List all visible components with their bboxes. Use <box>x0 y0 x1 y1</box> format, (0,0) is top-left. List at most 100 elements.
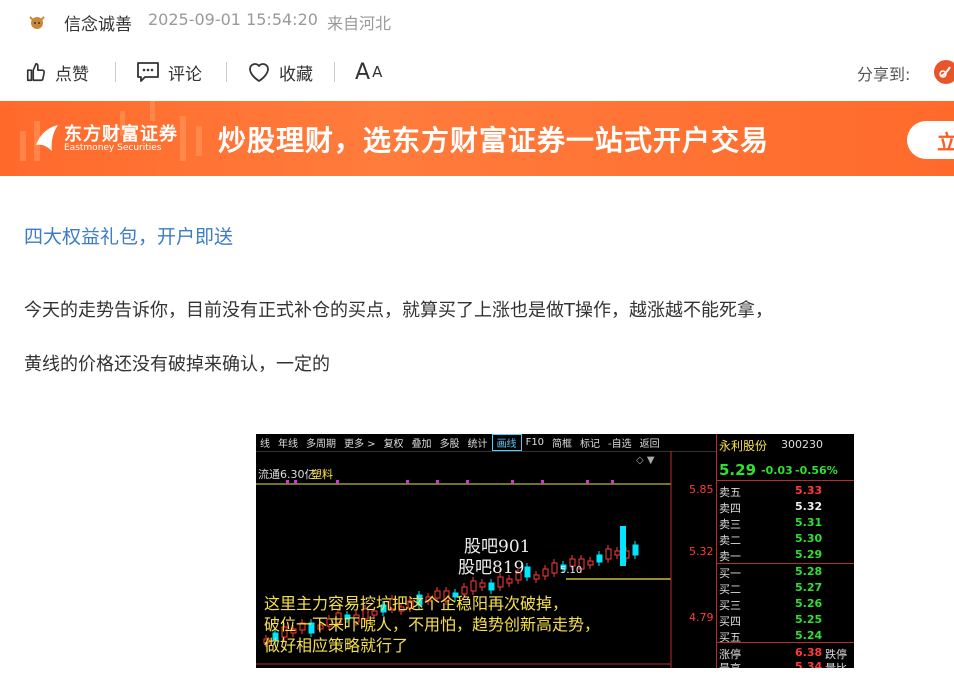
divider <box>115 62 116 82</box>
candle-body <box>542 568 549 577</box>
order-book-label: 买四 <box>719 615 741 628</box>
font-size-button[interactable]: A A <box>355 60 383 85</box>
chart-tool-5[interactable]: 叠加 <box>408 435 436 450</box>
chart-tool-0[interactable]: 线 <box>256 435 274 450</box>
author-name[interactable]: 信念诚善 <box>64 10 132 35</box>
like-button[interactable]: 点赞 <box>25 60 89 85</box>
promo-link[interactable]: 四大权益礼包，开户即送 <box>24 222 233 249</box>
candle-body <box>533 574 540 580</box>
chart-tool-12[interactable]: -自选 <box>604 435 636 450</box>
divider <box>226 62 227 82</box>
heart-icon <box>249 63 269 82</box>
price-axis-tick: 5.32 <box>689 545 714 558</box>
collect-label: 收藏 <box>279 64 313 85</box>
vol-ratio-label: 量比 <box>825 660 847 668</box>
comment-button[interactable]: 评论 <box>136 60 202 85</box>
post-paragraph: 今天的走势告诉你，目前没有正式补仓的买点，就算买了上涨也是做T操作，越涨越不能死… <box>24 300 773 321</box>
author-avatar[interactable] <box>27 12 47 32</box>
order-book-price: 5.26 <box>795 597 823 610</box>
candle-body <box>632 544 639 556</box>
candle-body <box>479 582 486 588</box>
ad-banner[interactable]: 东方财富证券 Eastmoney Securities 炒股理财，选东方财富证券… <box>0 101 954 176</box>
open-account-button[interactable]: 立 <box>907 121 954 159</box>
candle-body <box>506 578 513 584</box>
event-marker <box>286 480 289 484</box>
candle-body <box>620 526 626 566</box>
divider <box>334 62 335 82</box>
order-book-price: 5.30 <box>795 532 823 545</box>
order-book-label: 卖一 <box>719 550 741 563</box>
chart-tool-2[interactable]: 多周期 <box>302 435 340 450</box>
chart-tool-13[interactable]: 返回 <box>636 435 664 450</box>
event-marker <box>436 480 439 484</box>
chart-tool-1[interactable]: 年线 <box>274 435 302 450</box>
comment-icon <box>137 62 159 82</box>
share-label: 分享到: <box>857 65 911 84</box>
marked-price: 5.10 <box>560 565 583 576</box>
chart-tool-7[interactable]: 统计 <box>464 435 492 450</box>
chart-tool-3[interactable]: 更多 > <box>340 435 380 450</box>
chart-settings-icon: ◇ ▼ <box>636 455 655 466</box>
price-axis-tick: 5.85 <box>689 483 714 496</box>
price-change: -0.03 <box>761 464 793 477</box>
post-time: 2025-09-01 15:54:20 <box>148 10 318 29</box>
event-marker <box>611 480 614 484</box>
candle-body <box>614 550 621 556</box>
limit-up-value: 6.38 <box>795 646 823 659</box>
event-marker <box>294 480 297 484</box>
order-book-price: 5.24 <box>795 629 823 642</box>
high-value: 5.34 <box>795 660 823 668</box>
chart-tool-10[interactable]: 简框 <box>548 435 576 450</box>
candle-body <box>596 554 603 563</box>
order-book-label: 卖二 <box>719 534 741 547</box>
price-change-pct: -0.56% <box>795 464 838 477</box>
candle-body <box>605 548 612 560</box>
watermark-text: 股吧819 <box>458 558 525 578</box>
candle-body <box>488 582 495 591</box>
collect-button[interactable]: 收藏 <box>247 60 313 85</box>
stock-chart-image[interactable]: 线年线 多周期 更多 > 复权 叠加 多股 统计 画线 F10 简框 标记 -自选 返回 流通6.30亿… <box>256 434 854 668</box>
order-book-label: 卖五 <box>719 486 741 499</box>
font-size-small-icon: A <box>372 63 383 81</box>
stock-name: 永利股份 <box>719 439 768 453</box>
quote-panel: 永利股份 300230 5.29 -0.03 -0.56% 卖五 5.33 卖四 5.… <box>716 434 854 668</box>
order-book-price: 5.25 <box>795 613 823 626</box>
order-book-price: 5.29 <box>795 548 823 561</box>
candle-body <box>497 576 504 588</box>
event-marker <box>511 480 514 484</box>
event-marker <box>336 480 339 484</box>
event-marker <box>406 480 409 484</box>
banner-logo-english: Eastmoney Securities <box>64 143 162 153</box>
order-book-label: 买三 <box>719 599 741 612</box>
high-label: 最高 <box>719 660 741 668</box>
share-glyph-icon <box>939 66 951 78</box>
event-marker <box>466 480 469 484</box>
order-book-label: 卖三 <box>719 518 741 531</box>
chart-tool-8[interactable]: 画线 <box>491 434 522 451</box>
order-book-price: 5.33 <box>795 484 823 497</box>
chart-tool-4[interactable]: 复权 <box>380 435 408 450</box>
post-location: 来自河北 <box>327 14 392 33</box>
chart-annotation-line: 做好相应策略就行了 <box>264 636 409 655</box>
stock-code: 300230 <box>781 438 823 451</box>
like-label: 点赞 <box>55 64 89 85</box>
bull-avatar-icon <box>29 16 45 29</box>
weibo-share-icon[interactable] <box>934 60 954 84</box>
eastmoney-logo-icon <box>36 125 58 151</box>
order-book-label: 卖四 <box>719 502 741 515</box>
order-book-price: 5.27 <box>795 581 823 594</box>
chart-tool-9[interactable]: F10 <box>522 437 548 448</box>
event-marker <box>586 480 589 484</box>
stock-price: 5.29 <box>719 461 757 479</box>
chart-toolbar: 线年线 多周期 更多 > 复权 叠加 多股 统计 画线 F10 简框 标记 -自选 返回 <box>256 434 716 452</box>
candle-body <box>524 566 531 578</box>
order-book-label: 买二 <box>719 583 741 596</box>
chart-tool-6[interactable]: 多股 <box>436 435 464 450</box>
order-book-price: 5.28 <box>795 565 823 578</box>
candle-body <box>587 560 594 566</box>
order-book-price: 5.31 <box>795 516 823 529</box>
chart-tool-11[interactable]: 标记 <box>576 435 604 450</box>
thumbs-up-icon <box>26 62 45 82</box>
price-axis-tick: 4.79 <box>689 611 714 624</box>
candle-body <box>551 562 558 574</box>
